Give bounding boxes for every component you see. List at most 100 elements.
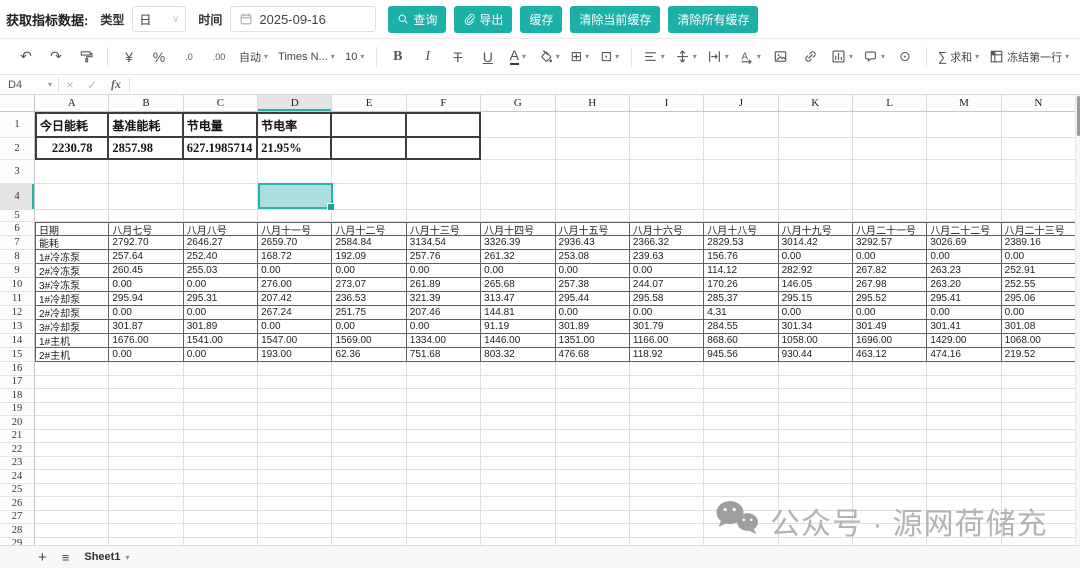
cell-A7[interactable]: 能耗 xyxy=(35,236,109,250)
cell-A18[interactable] xyxy=(35,389,109,403)
cell-L19[interactable] xyxy=(853,403,927,417)
cell-H19[interactable] xyxy=(556,403,630,417)
cell-M12[interactable]: 0.00 xyxy=(927,306,1001,320)
cell-I1[interactable] xyxy=(630,112,704,138)
cell-E19[interactable] xyxy=(332,403,406,417)
cell-K27[interactable] xyxy=(779,511,853,525)
cell-B16[interactable] xyxy=(109,362,183,376)
cell-I8[interactable]: 239.63 xyxy=(630,250,704,264)
cell-M25[interactable] xyxy=(927,484,1001,498)
row-header-13[interactable]: 13 xyxy=(0,320,35,334)
cell-H5[interactable] xyxy=(556,210,630,222)
cell-K15[interactable]: 930.44 xyxy=(779,348,853,362)
cell-N19[interactable] xyxy=(1002,403,1076,417)
cell-G7[interactable]: 3326.39 xyxy=(481,236,555,250)
cell-D16[interactable] xyxy=(258,362,332,376)
cell-K24[interactable] xyxy=(779,470,853,484)
cell-I25[interactable] xyxy=(630,484,704,498)
cell-E13[interactable]: 0.00 xyxy=(332,320,406,334)
cell-A11[interactable]: 1#冷却泵 xyxy=(35,292,109,306)
cell-I2[interactable] xyxy=(630,138,704,160)
cell-A28[interactable] xyxy=(35,524,109,538)
cell-B12[interactable]: 0.00 xyxy=(109,306,183,320)
cell-L28[interactable] xyxy=(853,524,927,538)
chart-icon[interactable]: ▾ xyxy=(827,44,857,70)
cell-B15[interactable]: 0.00 xyxy=(109,348,183,362)
cell-D8[interactable]: 168.72 xyxy=(258,250,332,264)
cell-B29[interactable] xyxy=(109,538,183,546)
cell-A9[interactable]: 2#冷冻泵 xyxy=(35,264,109,278)
cell-F11[interactable]: 321.39 xyxy=(407,292,481,306)
cell-B6[interactable]: 八月七号 xyxy=(109,222,183,236)
cell-D23[interactable] xyxy=(258,457,332,471)
cell-C2[interactable]: 627.1985714 xyxy=(184,138,258,160)
cell-D13[interactable]: 0.00 xyxy=(258,320,332,334)
cell-I6[interactable]: 八月十六号 xyxy=(630,222,704,236)
row-header-23[interactable]: 23 xyxy=(0,457,35,471)
cell-N11[interactable]: 295.06 xyxy=(1002,292,1076,306)
cell-E8[interactable]: 192.09 xyxy=(332,250,406,264)
cell-I27[interactable] xyxy=(630,511,704,525)
sheet-list-button[interactable]: ≡ xyxy=(62,551,70,564)
cell-L23[interactable] xyxy=(853,457,927,471)
cell-C3[interactable] xyxy=(184,160,258,184)
cell-F13[interactable]: 0.00 xyxy=(407,320,481,334)
cell-I15[interactable]: 118.92 xyxy=(630,348,704,362)
cell-D11[interactable]: 207.42 xyxy=(258,292,332,306)
cell-K14[interactable]: 1058.00 xyxy=(779,334,853,348)
cell-J18[interactable] xyxy=(704,389,778,403)
cell-C29[interactable] xyxy=(184,538,258,546)
cell-M27[interactable] xyxy=(927,511,1001,525)
cell-L13[interactable]: 301.49 xyxy=(853,320,927,334)
cell-H23[interactable] xyxy=(556,457,630,471)
cell-B19[interactable] xyxy=(109,403,183,417)
cell-F28[interactable] xyxy=(407,524,481,538)
cell-A27[interactable] xyxy=(35,511,109,525)
cell-K21[interactable] xyxy=(779,430,853,444)
cell-J9[interactable]: 114.12 xyxy=(704,264,778,278)
cell-N6[interactable]: 八月二十三号 xyxy=(1002,222,1076,236)
cell-D6[interactable]: 八月十一号 xyxy=(258,222,332,236)
cell-J13[interactable]: 284.55 xyxy=(704,320,778,334)
currency-format-icon[interactable]: ¥ xyxy=(115,44,143,70)
cell-H8[interactable]: 253.08 xyxy=(556,250,630,264)
cell-H2[interactable] xyxy=(556,138,630,160)
cell-B24[interactable] xyxy=(109,470,183,484)
cell-J4[interactable] xyxy=(704,184,778,210)
cell-C14[interactable]: 1541.00 xyxy=(184,334,258,348)
cell-G11[interactable]: 313.47 xyxy=(481,292,555,306)
cell-L14[interactable]: 1696.00 xyxy=(853,334,927,348)
cell-H25[interactable] xyxy=(556,484,630,498)
cell-C1[interactable]: 节电量 xyxy=(184,112,258,138)
row-header-8[interactable]: 8 xyxy=(0,250,35,264)
cell-J16[interactable] xyxy=(704,362,778,376)
cell-G17[interactable] xyxy=(481,376,555,390)
row-header-22[interactable]: 22 xyxy=(0,443,35,457)
cell-N24[interactable] xyxy=(1002,470,1076,484)
cell-D5[interactable] xyxy=(258,210,332,222)
cell-F23[interactable] xyxy=(407,457,481,471)
cell-E28[interactable] xyxy=(332,524,406,538)
cell-L16[interactable] xyxy=(853,362,927,376)
cell-I29[interactable] xyxy=(630,538,704,546)
column-header-C[interactable]: C xyxy=(184,95,258,111)
cell-I28[interactable] xyxy=(630,524,704,538)
row-header-24[interactable]: 24 xyxy=(0,470,35,484)
date-input[interactable]: 2025-09-16 xyxy=(230,6,376,32)
freeze-dropdown[interactable]: 冻结第一行▾ xyxy=(985,44,1073,70)
row-header-9[interactable]: 9 xyxy=(0,264,35,278)
cell-B8[interactable]: 257.64 xyxy=(109,250,183,264)
confirm-icon[interactable]: ✓ xyxy=(81,78,103,92)
cell-H27[interactable] xyxy=(556,511,630,525)
cell-G25[interactable] xyxy=(481,484,555,498)
horizontal-align-icon[interactable]: ▾ xyxy=(639,44,669,70)
cell-D22[interactable] xyxy=(258,443,332,457)
cell-A29[interactable] xyxy=(35,538,109,546)
cell-E21[interactable] xyxy=(332,430,406,444)
row-header-2[interactable]: 2 xyxy=(0,138,35,160)
cell-A3[interactable] xyxy=(35,160,109,184)
cell-C26[interactable] xyxy=(184,497,258,511)
row-header-4[interactable]: 4 xyxy=(0,184,35,210)
italic-icon[interactable]: I xyxy=(414,44,442,70)
cell-F17[interactable] xyxy=(407,376,481,390)
